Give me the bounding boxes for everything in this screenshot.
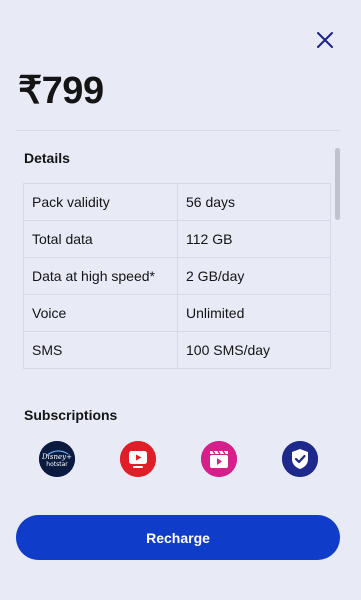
table-row: SMS 100 SMS/day: [23, 331, 331, 369]
jiocinema-clapper-icon: [201, 441, 237, 477]
row-key: Data at high speed*: [23, 257, 178, 295]
table-row: Pack validity 56 days: [23, 183, 331, 221]
row-key: Voice: [23, 294, 178, 332]
row-value: 100 SMS/day: [177, 331, 331, 369]
details-title: Details: [24, 150, 70, 166]
shield-check-icon: [282, 441, 318, 477]
row-key: SMS: [23, 331, 178, 369]
hotstar-logo-text: hotstar: [46, 461, 68, 468]
divider: [16, 130, 340, 131]
subscription-jiocinema[interactable]: [201, 441, 237, 477]
table-row: Total data 112 GB: [23, 220, 331, 258]
row-key: Total data: [23, 220, 178, 258]
subscription-disney-hotstar[interactable]: Disney+ hotstar: [39, 441, 75, 477]
details-scrollbar[interactable]: [335, 148, 340, 220]
details-table: Pack validity 56 days Total data 112 GB …: [23, 183, 331, 369]
subscription-security[interactable]: [282, 441, 318, 477]
disney-logo-text: Disney+: [41, 453, 72, 461]
plan-details-panel: ₹799 Details Pack validity 56 days Total…: [0, 0, 361, 600]
subscriptions-title: Subscriptions: [24, 407, 118, 423]
close-button[interactable]: [313, 28, 337, 52]
subscription-jiotv[interactable]: [120, 441, 156, 477]
row-value: 2 GB/day: [177, 257, 331, 295]
plan-price: ₹799: [18, 70, 104, 112]
disney-hotstar-icon: Disney+ hotstar: [39, 441, 75, 477]
table-row: Data at high speed* 2 GB/day: [23, 257, 331, 295]
row-value: 56 days: [177, 183, 331, 221]
row-value: Unlimited: [177, 294, 331, 332]
row-key: Pack validity: [23, 183, 178, 221]
table-row: Voice Unlimited: [23, 294, 331, 332]
jiotv-play-icon: [120, 441, 156, 477]
recharge-button[interactable]: Recharge: [16, 515, 340, 560]
close-icon: [317, 32, 333, 48]
row-value: 112 GB: [177, 220, 331, 258]
